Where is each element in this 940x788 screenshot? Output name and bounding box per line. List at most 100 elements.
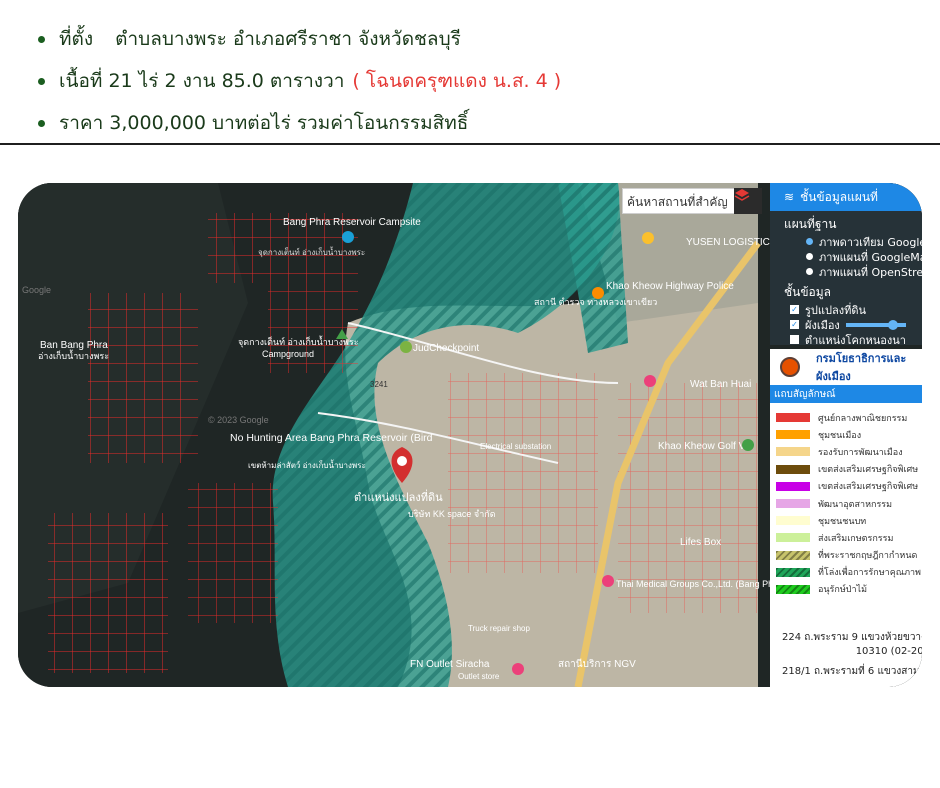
legend-swatch bbox=[776, 413, 810, 423]
map-label: Khao Kheow Golf Vill bbox=[658, 441, 752, 452]
legend-swatch bbox=[776, 430, 810, 440]
address-line: 224 ถ.พระราม 9 แขวงห้วยขวาง bbox=[782, 632, 922, 643]
map-label: FN Outlet Siracha bbox=[410, 659, 490, 670]
legend-item: อนุรักษ์ป่าไม้ bbox=[770, 581, 922, 598]
place-search-input[interactable]: ค้นหาสถานที่สำคัญ bbox=[622, 188, 748, 214]
medical-icon[interactable] bbox=[602, 575, 614, 587]
layer-panel: ≋ ชั้นข้อมูลแผนที่ แผนที่ฐาน ภาพดาวเทียม… bbox=[770, 183, 922, 687]
map-label: Ban Bang Phra bbox=[40, 340, 108, 351]
legend-label: รองรับการพัฒนาเมือง bbox=[818, 447, 903, 458]
bullet-dot bbox=[38, 77, 45, 85]
legend-label: พัฒนาอุตสาหกรรม bbox=[818, 499, 893, 510]
legend-swatch bbox=[776, 481, 810, 491]
map-label: จุดกางเต็นท์ อ่างเก็บน้ำบางพระ bbox=[258, 246, 365, 257]
layers-icon bbox=[734, 189, 750, 201]
base-option-osm[interactable]: ภาพแผนที่ OpenStre bbox=[770, 264, 922, 279]
legend-item: ชุมชนชนบท bbox=[770, 512, 922, 529]
radio-icon[interactable] bbox=[806, 268, 813, 275]
location-text: ตำบลบางพระ อำเภอศรีราชา จังหวัดชลบุรี bbox=[115, 28, 461, 50]
parcel-grid bbox=[88, 293, 198, 463]
bullet-dot bbox=[38, 119, 45, 127]
map-label: Lifes Box bbox=[680, 537, 721, 548]
police-icon[interactable] bbox=[592, 287, 604, 299]
option-label: ภาพแผนที่ OpenStre bbox=[819, 265, 922, 279]
map-label: อ่างเก็บน้ำบางพระ bbox=[38, 349, 109, 361]
legend-item: ที่โล่งเพื่อการรักษาคุณภาพ bbox=[770, 564, 922, 581]
campsite-icon[interactable] bbox=[342, 231, 354, 243]
legend-item: เขตส่งเสริมเศรษฐกิจพิเศษ bbox=[770, 461, 922, 478]
legend-swatch bbox=[776, 533, 810, 543]
option-label: ตำแหน่งโคกหนองนา bbox=[805, 333, 906, 347]
map-label: ตำแหน่งแปลงที่ดิน bbox=[354, 489, 443, 504]
checkbox-icon[interactable] bbox=[790, 335, 799, 344]
legend-item: ศูนย์กลางพาณิชยกรรม bbox=[770, 409, 922, 426]
legend-label: อนุรักษ์ป่าไม้ bbox=[818, 585, 867, 596]
bullet-dot bbox=[38, 35, 45, 43]
map-label: Khao Kheow Highway Police bbox=[606, 281, 734, 292]
legend-item: ที่พระราชกฤษฎีกากำหนด bbox=[770, 547, 922, 564]
layer-panel-top: ≋ ชั้นข้อมูลแผนที่ แผนที่ฐาน ภาพดาวเทียม… bbox=[770, 183, 922, 347]
map-label: Thai Medical Groups Co.,Ltd. (Bang Phra) bbox=[616, 579, 784, 589]
dpt-logo-icon bbox=[780, 357, 800, 377]
map-label: Outlet store bbox=[458, 672, 500, 681]
legend-item: ชุมชนเมือง bbox=[770, 426, 922, 443]
radio-icon[interactable] bbox=[806, 238, 813, 245]
map-watermark: © 2023 Google bbox=[208, 415, 269, 425]
legend-swatch bbox=[776, 464, 810, 474]
checkbox-icon[interactable]: ✓ bbox=[790, 305, 799, 314]
layer-option-kok[interactable]: ตำแหน่งโคกหนองนา bbox=[770, 332, 922, 347]
legend-list: ศูนย์กลางพาณิชยกรรมชุมชนเมืองรองรับการพั… bbox=[770, 403, 922, 598]
map-label: เขตห้ามล่าสัตว์ อ่างเก็บน้ำบางพระ bbox=[248, 459, 366, 470]
legend-swatch bbox=[776, 567, 810, 577]
area-text: เนื้อที่ 21 ไร่ 2 งาน 85.0 ตารางวา bbox=[59, 70, 345, 92]
map-label: Campground bbox=[262, 349, 314, 359]
map-label: Electrical substation bbox=[480, 442, 551, 451]
address-line: 10310 (02-201 bbox=[855, 646, 922, 657]
map-label: Truck repair shop bbox=[468, 624, 531, 633]
legend-swatch bbox=[776, 499, 810, 509]
base-map-title: แผนที่ฐาน bbox=[784, 217, 837, 231]
info-list: ที่ตั้ง ตำบลบางพระ อำเภอศรีราชา จังหวัดช… bbox=[38, 18, 561, 144]
map-label: Wat Ban Huai bbox=[690, 379, 751, 390]
price-text: ราคา 3,000,000 บาทต่อไร่ รวมค่าโอนกรรมสิ… bbox=[59, 112, 469, 134]
legend-panel: กรมโยธาธิการและผังเมือง แถบสัญลักษณ์ ศูน… bbox=[770, 349, 922, 687]
price-row: ราคา 3,000,000 บาทต่อไร่ รวมค่าโอนกรรมสิ… bbox=[38, 102, 561, 144]
legend-label: ส่งเสริมเกษตรกรรม bbox=[818, 533, 894, 544]
checkpoint-icon[interactable] bbox=[400, 341, 412, 353]
logistics-icon[interactable] bbox=[642, 232, 654, 244]
legend-item: เขตส่งเสริมเศรษฐกิจพิเศษ bbox=[770, 478, 922, 495]
map-label: Bang Phra Reservoir Campsite bbox=[283, 217, 421, 228]
legend-org-name: กรมโยธาธิการและผังเมือง bbox=[816, 352, 907, 383]
map-label: บริษัท KK space จำกัด bbox=[408, 509, 496, 519]
legend-swatch bbox=[776, 447, 810, 457]
legend-label: ศูนย์กลางพาณิชยกรรม bbox=[818, 413, 908, 424]
legend-item: พัฒนาอุตสาหกรรม bbox=[770, 495, 922, 512]
layers-title: ชั้นข้อมูล bbox=[784, 285, 832, 299]
location-row: ที่ตั้ง ตำบลบางพระ อำเภอศรีราชา จังหวัดช… bbox=[38, 18, 561, 60]
legend-org: กรมโยธาธิการและผังเมือง bbox=[770, 349, 922, 385]
radio-icon[interactable] bbox=[806, 253, 813, 260]
golf-icon[interactable] bbox=[742, 439, 754, 451]
shop-icon[interactable] bbox=[512, 663, 524, 675]
layers-button[interactable] bbox=[734, 188, 762, 214]
address-line: 218/1 ถ.พระรามที่ 6 แขวงสาม bbox=[782, 666, 920, 677]
map-view[interactable]: Bang Phra Reservoir Campsite จุดกางเต็นท… bbox=[18, 183, 922, 687]
legend-item: รองรับการพัฒนาเมือง bbox=[770, 443, 922, 460]
map-label: JudCheckpoint bbox=[413, 343, 479, 354]
deed-type: ( โฉนดครุฑแดง น.ส. 4 ) bbox=[352, 70, 562, 92]
layer-panel-header: ≋ ชั้นข้อมูลแผนที่ bbox=[770, 183, 922, 211]
legend-label: ชุมชนชนบท bbox=[818, 516, 867, 527]
temple-icon[interactable] bbox=[644, 375, 656, 387]
legend-label: เขตส่งเสริมเศรษฐกิจพิเศษ bbox=[818, 465, 919, 476]
area-row: เนื้อที่ 21 ไร่ 2 งาน 85.0 ตารางวา ( โฉน… bbox=[38, 60, 561, 102]
map-label: No Hunting Area Bang Phra Reservoir (Bir… bbox=[230, 432, 433, 444]
opacity-slider[interactable] bbox=[845, 319, 906, 330]
layer-option-parcels[interactable]: ✓ รูปแปลงที่ดิน bbox=[770, 302, 922, 317]
legend-swatch bbox=[776, 584, 810, 594]
checkbox-icon[interactable]: ✓ bbox=[790, 320, 799, 329]
stack-icon: ≋ bbox=[784, 190, 795, 204]
legend-swatch bbox=[776, 550, 810, 560]
legend-label: เขตส่งเสริมเศรษฐกิจพิเศษ bbox=[818, 482, 919, 493]
google-watermark: Google bbox=[22, 285, 51, 295]
divider bbox=[0, 143, 940, 145]
